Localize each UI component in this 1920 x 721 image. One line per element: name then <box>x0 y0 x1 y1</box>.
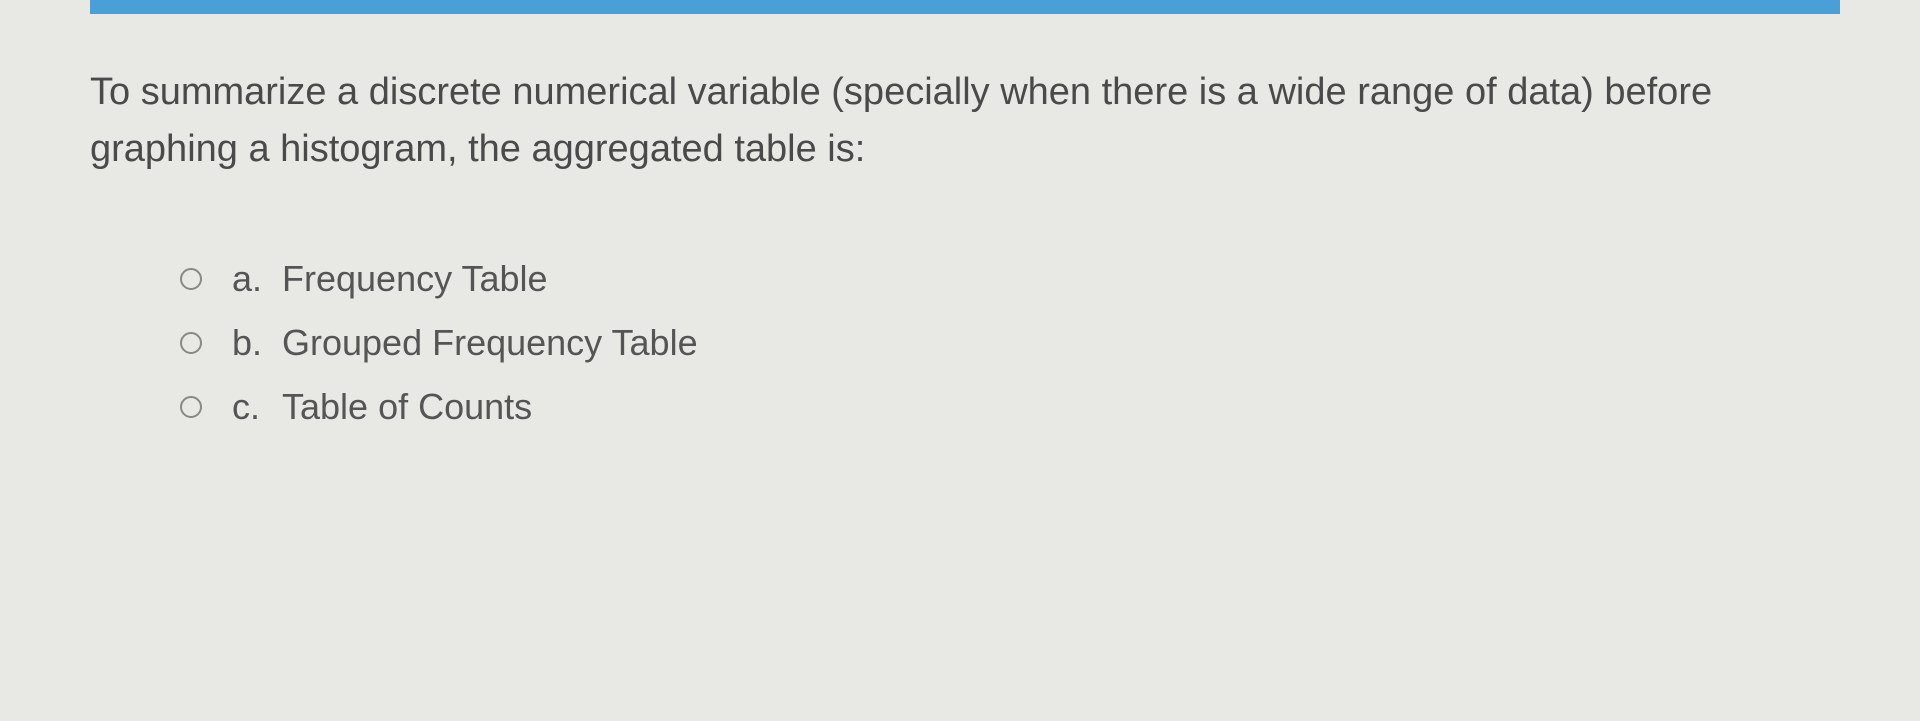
option-text-a: Frequency Table <box>282 258 548 300</box>
option-c[interactable]: c. Table of Counts <box>180 386 1840 428</box>
radio-c[interactable] <box>180 396 202 418</box>
option-b[interactable]: b. Grouped Frequency Table <box>180 322 1840 364</box>
question-text: To summarize a discrete numerical variab… <box>80 64 1840 178</box>
progress-bar <box>90 0 1840 14</box>
radio-a[interactable] <box>180 268 202 290</box>
radio-b[interactable] <box>180 332 202 354</box>
options-list: a. Frequency Table b. Grouped Frequency … <box>80 258 1840 428</box>
option-text-c: Table of Counts <box>282 386 532 428</box>
option-letter-c: c. <box>232 386 282 428</box>
option-text-b: Grouped Frequency Table <box>282 322 698 364</box>
option-letter-a: a. <box>232 258 282 300</box>
option-a[interactable]: a. Frequency Table <box>180 258 1840 300</box>
quiz-container: To summarize a discrete numerical variab… <box>0 0 1920 428</box>
option-letter-b: b. <box>232 322 282 364</box>
